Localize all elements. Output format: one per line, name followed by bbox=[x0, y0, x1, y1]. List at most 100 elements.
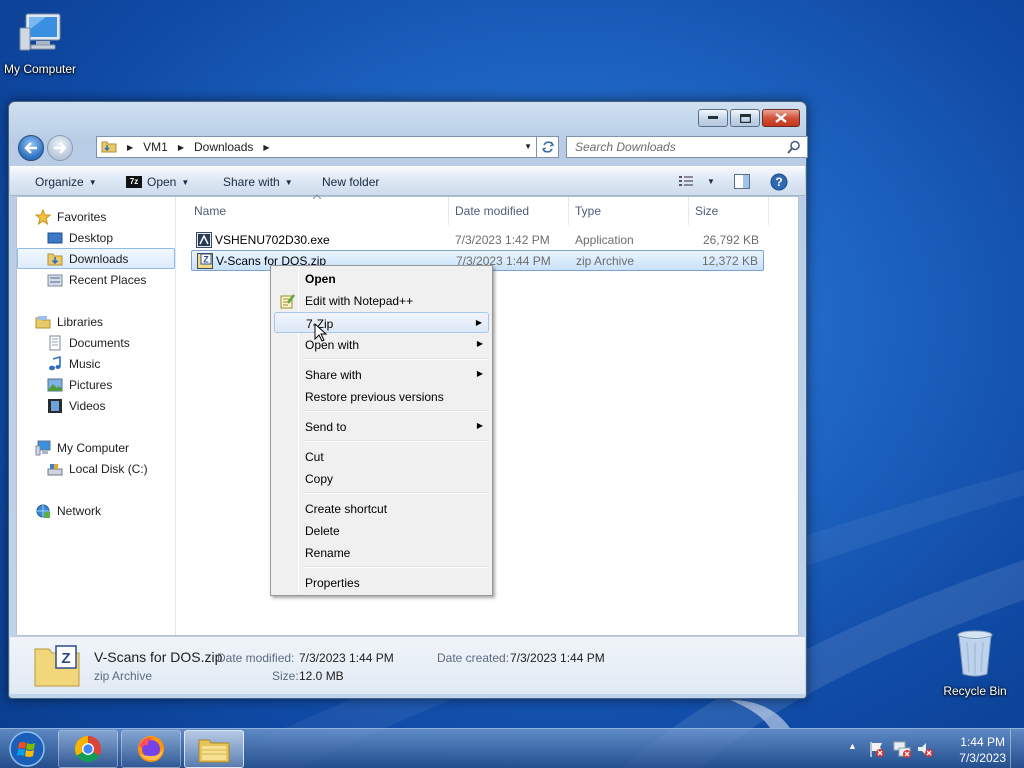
menu-item-share-with[interactable]: Share with ▶ bbox=[274, 364, 489, 385]
desktop-icon-label: My Computer bbox=[3, 62, 77, 76]
volume-muted-icon[interactable] bbox=[916, 740, 934, 758]
column-header-name[interactable]: Name bbox=[194, 204, 226, 218]
context-menu: Open Edit with Notepad++ 7-Zip ▶ Open wit… bbox=[270, 265, 493, 596]
menu-item-open[interactable]: Open bbox=[274, 268, 489, 289]
nav-label: Pictures bbox=[69, 377, 113, 392]
nav-music[interactable]: Music bbox=[17, 353, 175, 374]
menu-label: Create shortcut bbox=[305, 502, 388, 516]
recent-places-icon bbox=[47, 274, 63, 286]
menu-item-delete[interactable]: Delete bbox=[274, 520, 489, 541]
minimize-button[interactable] bbox=[698, 109, 728, 127]
taskbar-chrome[interactable] bbox=[58, 730, 118, 768]
star-icon bbox=[35, 208, 51, 225]
preview-pane-button[interactable] bbox=[734, 174, 750, 189]
network-status-icon[interactable] bbox=[892, 740, 912, 758]
help-button[interactable]: ? bbox=[770, 173, 788, 191]
breadcrumb-vm1[interactable]: VM1 bbox=[143, 140, 168, 154]
documents-icon bbox=[49, 335, 61, 350]
view-options-button[interactable]: ▼ bbox=[678, 174, 715, 188]
nav-network[interactable]: Network bbox=[17, 500, 175, 521]
taskbar: ▲ 1:44 PM 7/3/2023 bbox=[0, 728, 1024, 768]
menu-item-restore-previous[interactable]: Restore previous versions bbox=[274, 386, 489, 407]
chevron-down-icon: ▼ bbox=[88, 177, 97, 187]
column-header-size[interactable]: Size bbox=[695, 204, 718, 218]
menu-item-edit-notepad[interactable]: Edit with Notepad++ bbox=[274, 290, 489, 311]
desktop-icon-my-computer[interactable]: My Computer bbox=[0, 8, 80, 76]
nav-videos[interactable]: Videos bbox=[17, 395, 175, 416]
file-size: 12,372 KB bbox=[701, 254, 758, 268]
search-input[interactable]: Search Downloads bbox=[566, 136, 808, 158]
details-modified-value: 7/3/2023 1:44 PM bbox=[299, 651, 394, 665]
action-center-flag-icon[interactable] bbox=[868, 740, 886, 758]
svg-text:Z: Z bbox=[61, 650, 70, 667]
chevron-down-icon: ▼ bbox=[284, 177, 293, 187]
menu-label: Restore previous versions bbox=[305, 390, 444, 404]
videos-icon bbox=[48, 398, 62, 413]
menu-item-7zip[interactable]: 7-Zip ▶ bbox=[274, 312, 489, 333]
menu-label: Rename bbox=[305, 546, 351, 560]
maximize-button[interactable] bbox=[730, 109, 760, 127]
desktop-icon-recycle-bin[interactable]: Recycle Bin bbox=[935, 628, 1015, 698]
menu-item-create-shortcut[interactable]: Create shortcut bbox=[274, 498, 489, 519]
menu-item-open-with[interactable]: Open with ▶ bbox=[274, 334, 489, 355]
nav-my-computer[interactable]: My Computer bbox=[17, 437, 175, 458]
menu-label: Delete bbox=[305, 524, 340, 538]
arrow-right-icon bbox=[54, 142, 67, 154]
notepad-plus-plus-icon bbox=[280, 294, 295, 309]
search-icon[interactable] bbox=[787, 140, 801, 157]
clock-date: 7/3/2023 bbox=[959, 751, 1006, 765]
close-button[interactable] bbox=[762, 109, 800, 127]
clock[interactable]: 1:44 PM 7/3/2023 bbox=[959, 734, 1006, 766]
system-tray: ▲ 1:44 PM 7/3/2023 bbox=[834, 729, 1024, 768]
nav-desktop[interactable]: Desktop bbox=[17, 227, 175, 248]
details-size-label: Size: bbox=[272, 669, 299, 683]
details-created-label: Date created: bbox=[437, 651, 510, 665]
address-bar[interactable]: ▶ VM1 ▶ Downloads ▶ ▼ bbox=[96, 136, 537, 158]
nav-pictures[interactable]: Pictures bbox=[17, 374, 175, 395]
nav-local-disk[interactable]: Local Disk (C:) bbox=[17, 458, 175, 479]
search-placeholder: Search Downloads bbox=[575, 140, 676, 154]
column-header-type[interactable]: Type bbox=[575, 204, 601, 218]
breadcrumb-downloads[interactable]: Downloads bbox=[194, 140, 253, 154]
forward-button[interactable] bbox=[47, 135, 73, 161]
chevron-down-icon[interactable]: ▼ bbox=[524, 142, 532, 151]
details-size-value: 12.0 MB bbox=[299, 669, 344, 683]
details-pane: Z V-Scans for DOS.zip zip Archive Date m… bbox=[10, 636, 805, 694]
zip-archive-icon: Z bbox=[34, 645, 80, 687]
breadcrumb-separator[interactable]: ▶ bbox=[178, 143, 184, 152]
help-icon: ? bbox=[770, 173, 788, 191]
nav-recent-places[interactable]: Recent Places bbox=[17, 269, 175, 290]
nav-documents[interactable]: Documents bbox=[17, 332, 175, 353]
nav-label: Documents bbox=[69, 335, 130, 350]
recycle-bin-icon bbox=[935, 628, 1015, 681]
file-type: zip Archive bbox=[576, 254, 635, 268]
organize-button[interactable]: Organize ▼ bbox=[35, 175, 97, 189]
show-desktop-button[interactable] bbox=[1010, 729, 1024, 768]
menu-item-send-to[interactable]: Send to ▶ bbox=[274, 416, 489, 437]
menu-item-copy[interactable]: Copy bbox=[274, 468, 489, 489]
nav-libraries[interactable]: Libraries bbox=[17, 311, 175, 332]
refresh-button[interactable] bbox=[537, 136, 559, 158]
new-folder-button[interactable]: New folder bbox=[322, 175, 379, 189]
nav-label: Favorites bbox=[57, 209, 107, 224]
submenu-arrow-icon: ▶ bbox=[476, 421, 483, 430]
menu-label: Share with bbox=[305, 368, 362, 382]
navigation-pane: Favorites Desktop Downloads Recent Place… bbox=[17, 197, 176, 635]
share-with-button[interactable]: Share with ▼ bbox=[223, 175, 293, 189]
breadcrumb-separator[interactable]: ▶ bbox=[263, 143, 269, 152]
open-button[interactable]: 7z Open ▼ bbox=[126, 175, 189, 189]
column-header-date[interactable]: Date modified bbox=[455, 204, 529, 218]
submenu-arrow-icon: ▶ bbox=[476, 369, 483, 378]
show-hidden-icons-button[interactable]: ▲ bbox=[848, 741, 857, 751]
menu-item-cut[interactable]: Cut bbox=[274, 446, 489, 467]
menu-item-rename[interactable]: Rename bbox=[274, 542, 489, 563]
nav-favorites[interactable]: Favorites bbox=[17, 206, 175, 227]
taskbar-firefox[interactable] bbox=[121, 730, 181, 768]
taskbar-explorer[interactable] bbox=[184, 730, 244, 768]
breadcrumb-separator[interactable]: ▶ bbox=[127, 143, 133, 152]
start-button[interactable] bbox=[0, 730, 54, 768]
menu-item-properties[interactable]: Properties bbox=[274, 572, 489, 593]
back-button[interactable] bbox=[18, 135, 44, 161]
nav-downloads[interactable]: Downloads bbox=[17, 248, 175, 269]
file-row[interactable]: VSHENU702D30.exe 7/3/2023 1:42 PM Applic… bbox=[191, 230, 764, 251]
